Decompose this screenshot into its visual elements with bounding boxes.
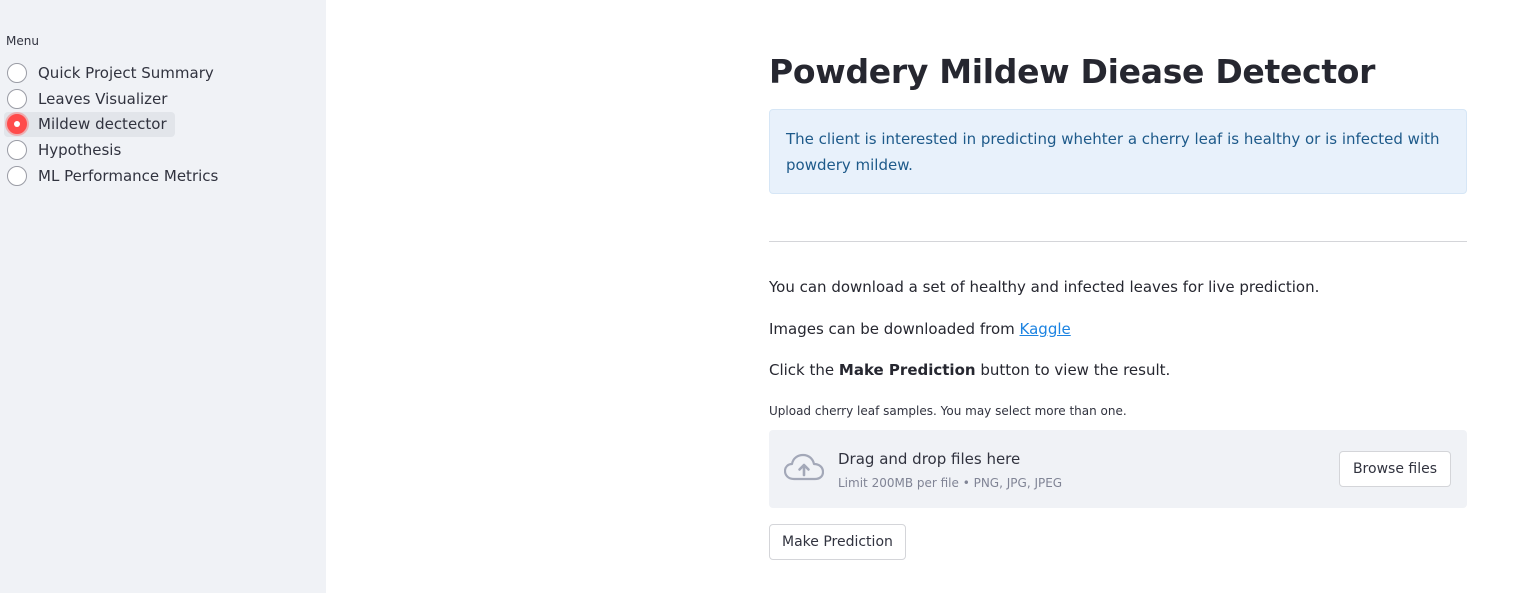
images-source-text: Images can be downloaded from Kaggle xyxy=(769,320,1071,338)
cloud-upload-icon xyxy=(784,453,824,481)
sidebar: Menu Quick Project Summary Leaves Visual… xyxy=(0,0,326,593)
divider xyxy=(769,241,1467,242)
menu-radio-group: Quick Project Summary Leaves Visualizer … xyxy=(4,60,226,189)
instruction-prefix: Click the xyxy=(769,361,839,379)
browse-files-button[interactable]: Browse files xyxy=(1338,451,1451,487)
instruction-text: Click the Make Prediction button to view… xyxy=(769,361,1170,379)
radio-button-icon[interactable] xyxy=(7,166,27,187)
dropzone-title: Drag and drop files here xyxy=(838,450,1021,468)
menu-item-label: Quick Project Summary xyxy=(38,63,214,82)
kaggle-link[interactable]: Kaggle xyxy=(1020,320,1071,338)
menu-item-leaves-visualizer[interactable]: Leaves Visualizer xyxy=(4,86,175,112)
page-title: Powdery Mildew Diease Detector xyxy=(769,52,1376,91)
menu-item-label: Leaves Visualizer xyxy=(38,89,168,108)
dropzone-limit: Limit 200MB per file • PNG, JPG, JPEG xyxy=(838,476,1063,490)
make-prediction-button[interactable]: Make Prediction xyxy=(769,524,906,560)
instruction-suffix: button to view the result. xyxy=(975,361,1171,379)
download-text: You can download a set of healthy and in… xyxy=(769,278,1320,296)
menu-item-label: Hypothesis xyxy=(38,141,122,160)
file-dropzone[interactable]: Drag and drop files here Limit 200MB per… xyxy=(769,430,1467,508)
radio-dot-icon xyxy=(14,121,20,128)
menu-item-label: ML Performance Metrics xyxy=(38,167,219,186)
menu-item-mildew-detector[interactable]: Mildew dectector xyxy=(4,111,175,138)
images-source-label: Images can be downloaded from xyxy=(769,320,1020,338)
info-alert: The client is interested in predicting w… xyxy=(769,109,1467,194)
radio-button-icon[interactable] xyxy=(7,140,27,161)
radio-button-icon[interactable] xyxy=(7,88,27,109)
menu-item-hypothesis[interactable]: Hypothesis xyxy=(4,137,129,163)
upload-label: Upload cherry leaf samples. You may sele… xyxy=(769,404,1127,418)
menu-label: Menu xyxy=(6,34,39,48)
radio-selected-icon[interactable] xyxy=(7,114,27,135)
menu-item-quick-project-summary[interactable]: Quick Project Summary xyxy=(4,60,222,86)
menu-item-ml-performance-metrics[interactable]: ML Performance Metrics xyxy=(4,163,226,189)
menu-item-label: Mildew dectector xyxy=(38,115,167,134)
radio-button-icon[interactable] xyxy=(7,62,27,83)
instruction-bold: Make Prediction xyxy=(838,361,976,379)
